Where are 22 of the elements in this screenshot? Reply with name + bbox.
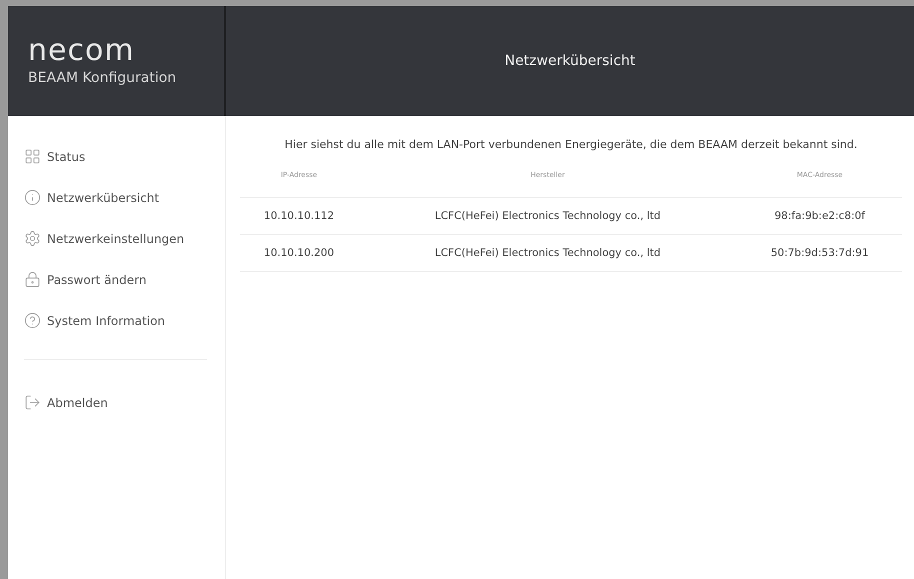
nav-link[interactable]: Status (47, 150, 86, 164)
nav-link[interactable]: Netzwerkeinstellungen (47, 232, 184, 246)
logout-link[interactable]: Abmelden (47, 396, 108, 410)
grid-icon (24, 148, 41, 165)
nav-link[interactable]: Netzwerkübersicht (47, 190, 160, 204)
app-subtitle: BEAAM Konfiguration (28, 70, 178, 86)
table-cell: 10.10.10.112 (240, 198, 358, 234)
help-icon (24, 312, 41, 329)
settings-icon (24, 230, 41, 247)
table-cell: LCFC(HeFei) Electronics Technology co., ltd (358, 234, 738, 272)
intro-text: Hier siehst du alle mit dem LAN-Port verbundenen Energiegeräte, die dem BEAAM derzeit bekannt sind. (284, 138, 858, 151)
page-title: Netzwerkübersicht (504, 53, 636, 69)
lock-icon (24, 271, 41, 288)
nav-link[interactable]: System Information (47, 314, 166, 328)
table-cell: 10.10.10.200 (240, 234, 358, 272)
info-icon (24, 189, 41, 206)
table-cell: 50:7b:9d:53:7d:91 (738, 234, 902, 272)
nav-link[interactable]: Passwort ändern (47, 272, 146, 286)
logo: necom (28, 36, 136, 66)
logout-icon (24, 394, 41, 411)
table-cell: LCFC(HeFei) Electronics Technology co., ltd (358, 198, 738, 234)
table-cell: 98:fa:9b:e2:c8:0f (738, 198, 902, 234)
